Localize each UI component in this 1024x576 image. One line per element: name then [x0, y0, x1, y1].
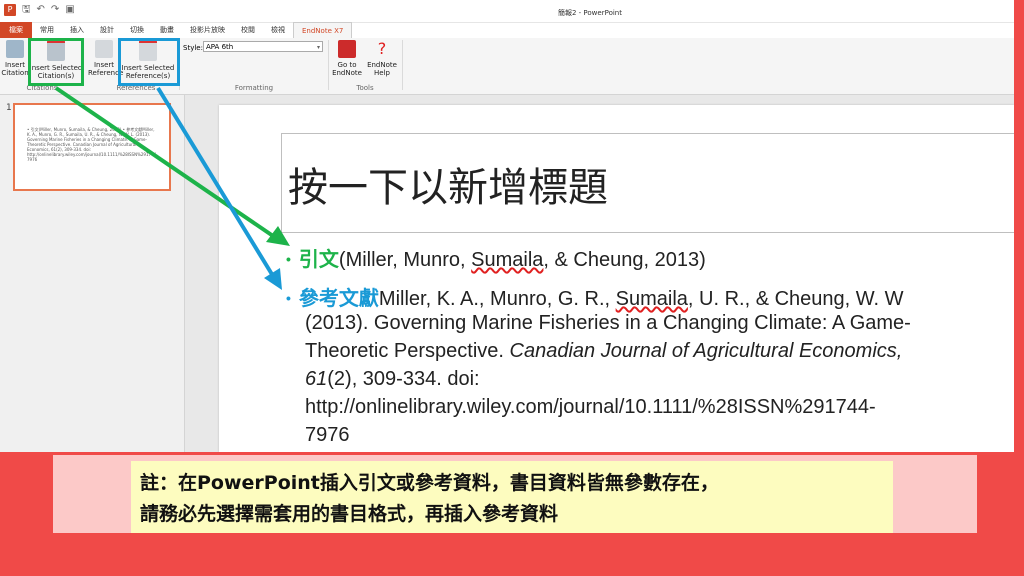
note-line1: 註：在PowerPoint插入引文或參考資料，書目資料皆無參數存在， — [140, 472, 719, 494]
note-line2: 請務必先選擇需套用的書目格式，再插入參考資料 — [140, 503, 559, 525]
blue-arrow-line — [156, 86, 275, 278]
green-arrow-line — [54, 86, 278, 240]
blue-arrowhead — [264, 268, 282, 290]
